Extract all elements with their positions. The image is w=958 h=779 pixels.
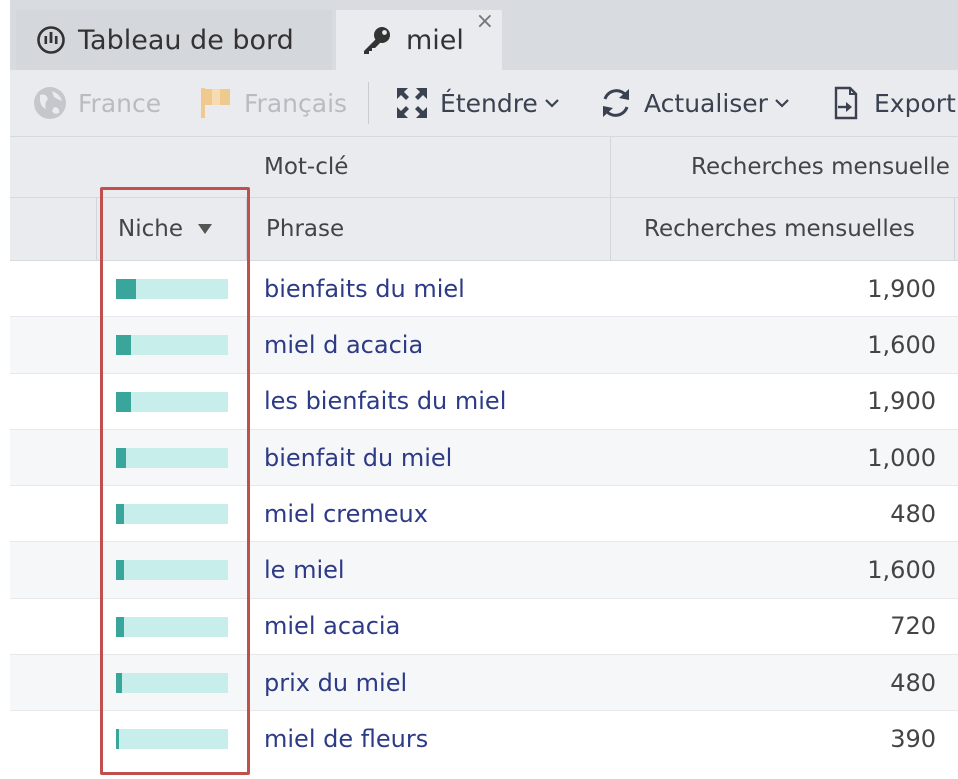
niche-score-fill bbox=[116, 504, 124, 525]
refresh-label: Actualiser bbox=[644, 88, 768, 118]
niche-header-label: Niche bbox=[118, 216, 183, 242]
language-label: Français bbox=[244, 88, 348, 118]
column-divider bbox=[96, 198, 97, 260]
keyword-phrase-link[interactable]: bienfaits du miel bbox=[264, 261, 465, 316]
niche-column-header[interactable]: Niche bbox=[118, 198, 213, 260]
keyword-phrase-link[interactable]: prix du miel bbox=[264, 655, 407, 710]
export-button[interactable]: Export bbox=[828, 70, 956, 136]
searches-column-header[interactable]: Recherches mensuelles bbox=[644, 198, 915, 260]
tab-bar: Tableau de bord miel × bbox=[10, 0, 958, 70]
table-row[interactable]: les bienfaits du miel 1,900 bbox=[10, 374, 958, 430]
export-label: Export bbox=[874, 88, 956, 118]
app-frame: Tableau de bord miel × France Français É… bbox=[10, 0, 958, 760]
tab-dashboard[interactable]: Tableau de bord bbox=[16, 10, 332, 70]
monthly-searches-value: 1,600 bbox=[867, 330, 936, 359]
niche-score-fill bbox=[116, 335, 131, 356]
niche-score-fill bbox=[116, 616, 124, 637]
keyword-phrase-link[interactable]: miel acacia bbox=[264, 599, 400, 654]
table-row[interactable]: bienfait du miel 1,000 bbox=[10, 429, 958, 487]
monthly-searches-value: 390 bbox=[890, 725, 936, 754]
table-column-header: Niche Phrase Recherches mensuelles bbox=[10, 198, 958, 261]
niche-score-bar bbox=[116, 447, 228, 468]
niche-score-bar bbox=[116, 335, 228, 356]
niche-score-bar bbox=[116, 560, 228, 581]
keyword-phrase-link[interactable]: les bienfaits du miel bbox=[264, 374, 506, 429]
niche-score-fill bbox=[116, 560, 124, 581]
table-row[interactable]: le miel 1,600 bbox=[10, 542, 958, 599]
keyword-phrase-link[interactable]: miel d acacia bbox=[264, 317, 423, 372]
column-divider bbox=[246, 198, 247, 260]
niche-score-fill bbox=[116, 391, 131, 412]
dashboard-gauge-icon bbox=[36, 25, 66, 55]
chevron-down-icon bbox=[774, 97, 790, 109]
niche-score-bar bbox=[116, 279, 228, 299]
key-icon bbox=[360, 25, 394, 55]
tab-miel[interactable]: miel × bbox=[336, 10, 502, 70]
searches-group-header: Recherches mensuelle bbox=[691, 154, 950, 180]
table-body: bienfaits du miel 1,900 miel d acacia 1,600… bbox=[10, 261, 958, 760]
monthly-searches-value: 1,600 bbox=[867, 556, 936, 585]
keyword-group-header: Mot-clé bbox=[264, 154, 349, 180]
globe-icon bbox=[32, 85, 68, 121]
monthly-searches-value: 480 bbox=[890, 499, 936, 528]
niche-score-fill bbox=[116, 447, 127, 468]
table-group-header: Mot-clé Recherches mensuelle bbox=[10, 136, 958, 198]
expand-label: Étendre bbox=[440, 88, 538, 118]
niche-score-bar bbox=[116, 616, 228, 637]
niche-score-bar bbox=[116, 729, 228, 750]
table-row[interactable]: bienfaits du miel 1,900 bbox=[10, 261, 958, 318]
toolbar: France Français Étendre Actualiser Expor… bbox=[10, 70, 958, 136]
toolbar-divider bbox=[368, 82, 369, 124]
expand-button[interactable]: Étendre bbox=[394, 70, 560, 136]
keyword-phrase-link[interactable]: le miel bbox=[264, 542, 345, 597]
monthly-searches-value: 1,900 bbox=[867, 274, 936, 303]
refresh-button[interactable]: Actualiser bbox=[598, 70, 790, 136]
column-divider bbox=[954, 198, 955, 260]
table-row[interactable]: miel de fleurs 390 bbox=[10, 711, 958, 760]
column-divider bbox=[610, 137, 611, 197]
language-selector[interactable]: Français bbox=[198, 70, 347, 136]
phrase-column-header[interactable]: Phrase bbox=[266, 198, 344, 260]
sort-desc-icon[interactable] bbox=[197, 223, 213, 235]
table-row[interactable]: miel cremeux 480 bbox=[10, 486, 958, 543]
niche-score-bar bbox=[116, 504, 228, 525]
export-document-icon bbox=[828, 85, 864, 121]
table-row[interactable]: miel d acacia 1,600 bbox=[10, 317, 958, 374]
country-selector[interactable]: France bbox=[32, 70, 161, 136]
niche-score-fill bbox=[116, 729, 120, 750]
niche-score-bar bbox=[116, 391, 228, 412]
monthly-searches-value: 480 bbox=[890, 668, 936, 697]
table-row[interactable]: prix du miel 480 bbox=[10, 655, 958, 712]
chevron-down-icon bbox=[544, 97, 560, 109]
keyword-phrase-link[interactable]: bienfait du miel bbox=[264, 430, 452, 485]
monthly-searches-value: 1,000 bbox=[867, 443, 936, 472]
monthly-searches-value: 1,900 bbox=[867, 387, 936, 416]
niche-score-fill bbox=[116, 279, 137, 299]
niche-score-bar bbox=[116, 673, 228, 694]
expand-arrows-icon bbox=[394, 85, 430, 121]
tab-miel-label: miel bbox=[406, 24, 464, 56]
keyword-phrase-link[interactable]: miel cremeux bbox=[264, 486, 428, 541]
table-row[interactable]: miel acacia 720 bbox=[10, 599, 958, 656]
country-label: France bbox=[78, 88, 162, 118]
column-divider bbox=[610, 198, 611, 260]
flag-icon bbox=[198, 85, 234, 121]
monthly-searches-value: 720 bbox=[890, 612, 936, 641]
tab-dashboard-label: Tableau de bord bbox=[78, 24, 294, 56]
niche-score-fill bbox=[116, 673, 122, 694]
refresh-icon bbox=[598, 85, 634, 121]
keyword-phrase-link[interactable]: miel de fleurs bbox=[264, 711, 428, 760]
close-tab-icon[interactable]: × bbox=[476, 10, 494, 34]
